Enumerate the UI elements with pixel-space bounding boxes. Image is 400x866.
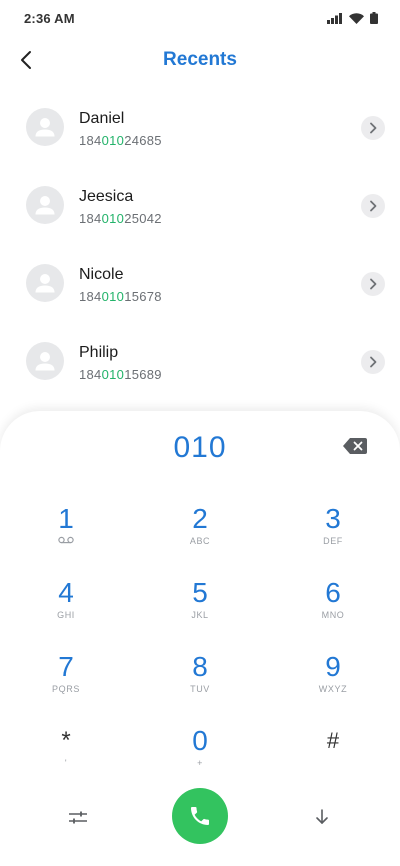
key-letters: JKL	[191, 610, 209, 620]
contact-detail-button[interactable]	[361, 116, 385, 140]
contact-detail-button[interactable]	[361, 272, 385, 296]
key-digit: 2	[192, 503, 208, 534]
key-6[interactable]: 6 MNO	[293, 577, 373, 637]
contact-detail-button[interactable]	[361, 194, 385, 218]
key-1[interactable]: 1	[26, 503, 106, 563]
person-icon	[35, 274, 55, 293]
key-digit: 6	[325, 577, 341, 608]
key-digit: 7	[58, 651, 74, 682]
key-star[interactable]: * '	[26, 725, 106, 785]
person-icon	[35, 352, 55, 371]
key-letters: DEF	[323, 536, 343, 546]
contact-name: Jeesica	[79, 188, 134, 205]
key-9[interactable]: 9 WXYZ	[293, 651, 373, 711]
status-bar: 2:36 AM	[0, 0, 400, 36]
person-icon	[35, 118, 55, 137]
battery-icon	[370, 12, 378, 24]
dialpad-settings-button[interactable]	[64, 806, 92, 830]
chevron-right-icon	[370, 356, 377, 368]
number-match: 010	[101, 367, 125, 382]
number-match: 010	[101, 133, 125, 148]
key-digit: 4	[58, 577, 74, 608]
status-icons	[327, 11, 378, 25]
chevron-right-icon	[370, 278, 377, 290]
chevron-right-icon	[370, 122, 377, 134]
avatar	[26, 342, 64, 380]
key-letters: PQRS	[52, 684, 80, 694]
key-digit: #	[326, 728, 340, 753]
sliders-icon	[69, 811, 87, 824]
contact-detail-button[interactable]	[361, 350, 385, 374]
key-letters: TUV	[190, 684, 210, 694]
key-letters: ABC	[189, 536, 211, 546]
key-letters: +	[197, 758, 203, 768]
key-letters	[293, 758, 373, 770]
contact-row[interactable]: Daniel 18401024685	[0, 90, 400, 168]
chevron-right-icon	[370, 200, 377, 212]
key-3[interactable]: 3 DEF	[293, 503, 373, 563]
key-letters: '	[64, 758, 68, 768]
voicemail-icon	[58, 536, 74, 544]
backspace-icon	[343, 438, 367, 454]
key-8[interactable]: 8 TUV	[160, 651, 240, 711]
contact-number: 18401015689	[79, 367, 162, 382]
backspace-button[interactable]	[343, 438, 367, 456]
key-digit: 9	[325, 651, 341, 682]
phone-icon	[191, 807, 209, 825]
contact-row[interactable]: Philip 18401015689	[0, 324, 400, 402]
key-digit: 1	[58, 503, 74, 534]
key-letters: WXYZ	[318, 684, 348, 694]
arrow-down-icon	[316, 809, 328, 824]
status-time: 2:36 AM	[24, 11, 75, 26]
key-0[interactable]: 0 +	[160, 725, 240, 785]
collapse-dialpad-button[interactable]	[309, 804, 335, 830]
recents-list: Daniel 18401024685 Jeesica 18401025042 N…	[0, 90, 400, 402]
contact-row[interactable]: Nicole 18401015678	[0, 246, 400, 324]
contact-number: 18401024685	[79, 133, 162, 148]
key-7[interactable]: 7 PQRS	[26, 651, 106, 711]
number-match: 010	[101, 211, 125, 226]
wifi-icon	[349, 12, 364, 24]
call-button[interactable]	[172, 788, 228, 844]
contact-row[interactable]: Jeesica 18401025042	[0, 168, 400, 246]
avatar	[26, 108, 64, 146]
key-letters	[26, 536, 106, 548]
key-5[interactable]: 5 JKL	[160, 577, 240, 637]
avatar	[26, 264, 64, 302]
key-hash[interactable]: #	[293, 725, 373, 785]
contact-number: 18401025042	[79, 211, 162, 226]
key-2[interactable]: 2 ABC	[160, 503, 240, 563]
key-4[interactable]: 4 GHI	[26, 577, 106, 637]
number-match: 010	[101, 289, 125, 304]
page-title: Recents	[163, 49, 237, 70]
key-digit: 8	[192, 651, 208, 682]
dialpad-panel: 010 1 2 ABC 3 DEF 4 GHI 5 JKL 6 MNO 7 PQ…	[0, 411, 400, 866]
signal-icon	[327, 12, 342, 24]
header: Recents	[0, 40, 400, 80]
key-letters: GHI	[57, 610, 75, 620]
dialed-number-field[interactable]: 010	[0, 431, 400, 465]
key-digit: 5	[192, 577, 208, 608]
contact-name: Nicole	[79, 266, 124, 283]
key-digit: 0	[192, 725, 208, 756]
person-icon	[35, 196, 55, 215]
contact-name: Daniel	[79, 110, 125, 127]
contact-number: 18401015678	[79, 289, 162, 304]
contact-name: Philip	[79, 344, 119, 361]
key-digit: *	[61, 727, 71, 754]
key-letters: MNO	[321, 610, 345, 620]
avatar	[26, 186, 64, 224]
key-digit: 3	[325, 503, 341, 534]
